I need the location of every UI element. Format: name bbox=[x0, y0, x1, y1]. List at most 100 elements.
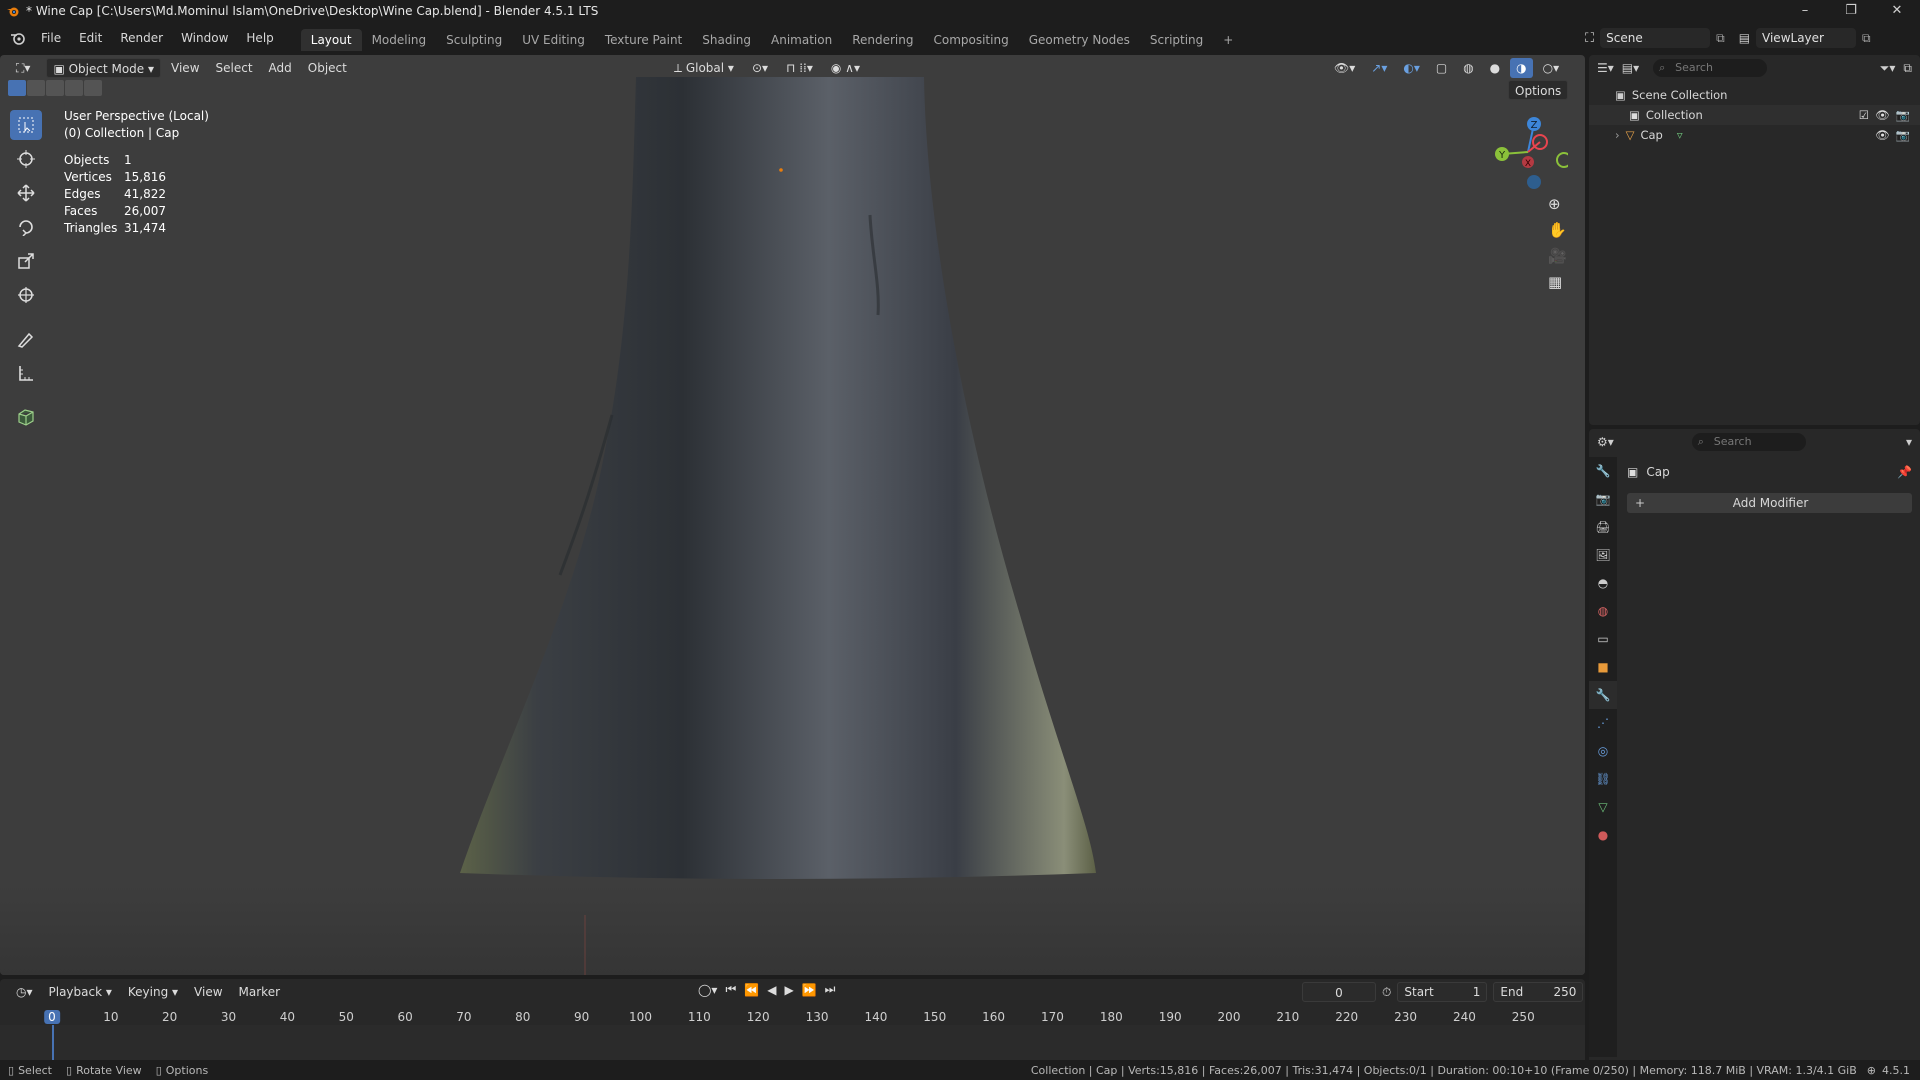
mesh-data-icon[interactable]: ▿ bbox=[1677, 128, 1683, 142]
data-tab-icon[interactable]: ▽ bbox=[1589, 793, 1617, 821]
navigation-gizmo[interactable]: Z Y X bbox=[1488, 110, 1568, 190]
tool-tab-icon[interactable]: 🔧 bbox=[1589, 457, 1617, 485]
snap-icon[interactable]: ⊓ ⁞⁞▾ bbox=[780, 58, 819, 78]
properties-search-input[interactable]: ⌕ Search bbox=[1691, 433, 1806, 451]
gizmo-y-neg-icon[interactable] bbox=[1556, 152, 1568, 168]
outliner-item-cap[interactable]: › ▽ Cap ▿ 👁 📷 bbox=[1589, 125, 1920, 145]
expand-chevron-icon[interactable]: › bbox=[1615, 128, 1620, 142]
view-layer-selector[interactable]: ViewLayer bbox=[1756, 28, 1857, 48]
maximize-button[interactable]: ❐ bbox=[1828, 0, 1874, 21]
viewport-menu-view[interactable]: View bbox=[165, 58, 205, 78]
xray-icon[interactable]: ▢ bbox=[1430, 58, 1453, 78]
gizmo-z-neg-icon[interactable] bbox=[1527, 175, 1541, 189]
timeline-ruler[interactable]: 0 10 20 30 40 50 60 70 80 90 100 110 120 130 140 150 160… bbox=[0, 979, 1585, 1069]
new-collection-icon[interactable]: ⧉ bbox=[1903, 61, 1912, 76]
tab-modeling[interactable]: Modeling bbox=[362, 29, 437, 51]
modifier-tab-icon[interactable]: 🔧 bbox=[1589, 681, 1617, 709]
view-layer-icon[interactable]: ▤ bbox=[1739, 31, 1750, 45]
particles-tab-icon[interactable]: ⋰ bbox=[1589, 709, 1617, 737]
camera-icon[interactable]: 📷 bbox=[1896, 128, 1910, 142]
annotate-tool[interactable] bbox=[10, 324, 42, 354]
viewport-menu-add[interactable]: Add bbox=[263, 58, 298, 78]
viewport-menu-object[interactable]: Object bbox=[302, 58, 353, 78]
options-button[interactable]: Options bbox=[1508, 80, 1569, 100]
zoom-icon[interactable]: ⊕ bbox=[1548, 195, 1567, 213]
tab-shading[interactable]: Shading bbox=[692, 29, 761, 51]
measure-tool[interactable] bbox=[10, 358, 42, 388]
transform-tool[interactable] bbox=[10, 280, 42, 310]
menu-window[interactable]: Window bbox=[172, 21, 237, 55]
tab-layout[interactable]: Layout bbox=[300, 29, 362, 51]
new-scene-icon[interactable]: ⧉ bbox=[1716, 31, 1725, 46]
filter-icon[interactable]: ⏷▾ bbox=[1880, 61, 1896, 76]
add-workspace-button[interactable]: + bbox=[1213, 29, 1243, 51]
eye-icon[interactable]: 👁 bbox=[1875, 128, 1890, 142]
outliner-item-collection[interactable]: ▣ Collection ☑ 👁 📷 bbox=[1589, 105, 1920, 125]
transform-orientation[interactable]: ⟂ Global ▾ bbox=[668, 58, 740, 78]
select-intersect-icon[interactable] bbox=[84, 80, 102, 96]
menu-help[interactable]: Help bbox=[237, 21, 282, 55]
editor-type-icon[interactable]: ⛶▾ bbox=[10, 58, 36, 78]
menu-file[interactable]: File bbox=[32, 21, 70, 55]
camera-icon[interactable]: 📷 bbox=[1896, 108, 1910, 122]
add-modifier-button[interactable]: + Add Modifier bbox=[1627, 493, 1912, 513]
gizmo-toggle-icon[interactable]: ↗▾ bbox=[1365, 58, 1393, 78]
wireframe-shading-icon[interactable]: ◍ bbox=[1457, 58, 1479, 78]
move-tool[interactable] bbox=[10, 178, 42, 208]
output-tab-icon[interactable]: 🖨 bbox=[1589, 513, 1617, 541]
outliner-scene-collection[interactable]: ▣ Scene Collection bbox=[1589, 85, 1920, 105]
menu-edit[interactable]: Edit bbox=[70, 21, 111, 55]
constraints-tab-icon[interactable]: ⛓ bbox=[1589, 765, 1617, 793]
tab-scripting[interactable]: Scripting bbox=[1140, 29, 1213, 51]
select-extend-icon[interactable] bbox=[27, 80, 45, 96]
eye-icon[interactable]: 👁 bbox=[1875, 108, 1890, 122]
collection-tab-icon[interactable]: ▭ bbox=[1589, 625, 1617, 653]
3d-viewport[interactable]: ⛶▾ ▣ Object Mode ▾ View Select Add Objec… bbox=[0, 55, 1585, 975]
tab-uv-editing[interactable]: UV Editing bbox=[512, 29, 595, 51]
pivot-point-icon[interactable]: ⊙▾ bbox=[746, 58, 774, 78]
proportional-edit-icon[interactable]: ◉ ∧▾ bbox=[825, 58, 866, 78]
close-button[interactable]: ✕ bbox=[1874, 0, 1920, 21]
scene-icon[interactable]: ⛶ bbox=[1585, 31, 1594, 46]
visibility-icon[interactable]: 👁▾ bbox=[1328, 58, 1361, 78]
select-new-icon[interactable] bbox=[8, 80, 26, 96]
tab-rendering[interactable]: Rendering bbox=[842, 29, 923, 51]
perspective-toggle-icon[interactable]: ▦ bbox=[1548, 273, 1567, 291]
new-view-layer-icon[interactable]: ⧉ bbox=[1862, 31, 1871, 46]
overlay-toggle-icon[interactable]: ◐▾ bbox=[1397, 58, 1426, 78]
pan-hand-icon[interactable]: ✋ bbox=[1548, 221, 1567, 239]
physics-tab-icon[interactable]: ◎ bbox=[1589, 737, 1617, 765]
menu-render[interactable]: Render bbox=[111, 21, 172, 55]
view-layer-tab-icon[interactable]: 🖼 bbox=[1589, 541, 1617, 569]
world-tab-icon[interactable]: ◍ bbox=[1589, 597, 1617, 625]
scene-selector[interactable]: Scene bbox=[1600, 28, 1711, 48]
tab-animation[interactable]: Animation bbox=[761, 29, 842, 51]
select-subtract-icon[interactable] bbox=[46, 80, 64, 96]
material-shading-icon[interactable]: ◑ bbox=[1510, 58, 1533, 78]
viewport-menu-select[interactable]: Select bbox=[210, 58, 259, 78]
outliner-search-input[interactable]: ⌕ Search bbox=[1653, 59, 1768, 77]
scale-tool[interactable] bbox=[10, 246, 42, 276]
select-box-tool[interactable] bbox=[10, 110, 42, 140]
blender-menu-icon[interactable] bbox=[10, 31, 26, 45]
camera-view-icon[interactable]: 🎥 bbox=[1548, 247, 1567, 265]
rendered-shading-icon[interactable]: ○▾ bbox=[1537, 58, 1566, 78]
properties-editor-icon[interactable]: ⚙▾ bbox=[1597, 435, 1614, 449]
properties-options-icon[interactable]: ▾ bbox=[1906, 435, 1912, 449]
exclude-checkbox[interactable]: ☑ bbox=[1859, 108, 1869, 122]
tab-texture-paint[interactable]: Texture Paint bbox=[595, 29, 692, 51]
solid-shading-icon[interactable]: ● bbox=[1484, 58, 1506, 78]
rotate-tool[interactable] bbox=[10, 212, 42, 242]
minimize-button[interactable]: – bbox=[1782, 0, 1828, 21]
tab-geometry-nodes[interactable]: Geometry Nodes bbox=[1019, 29, 1140, 51]
tab-compositing[interactable]: Compositing bbox=[923, 29, 1018, 51]
cursor-tool[interactable] bbox=[10, 144, 42, 174]
material-tab-icon[interactable]: ● bbox=[1589, 821, 1617, 849]
add-cube-tool[interactable] bbox=[10, 402, 42, 432]
outliner-editor-icon[interactable]: ☰▾ bbox=[1597, 61, 1614, 75]
mode-selector[interactable]: ▣ Object Mode ▾ bbox=[46, 58, 162, 78]
object-tab-icon[interactable]: ■ bbox=[1589, 653, 1617, 681]
select-invert-icon[interactable] bbox=[65, 80, 83, 96]
scene-tab-icon[interactable]: ◓ bbox=[1589, 569, 1617, 597]
tab-sculpting[interactable]: Sculpting bbox=[436, 29, 512, 51]
